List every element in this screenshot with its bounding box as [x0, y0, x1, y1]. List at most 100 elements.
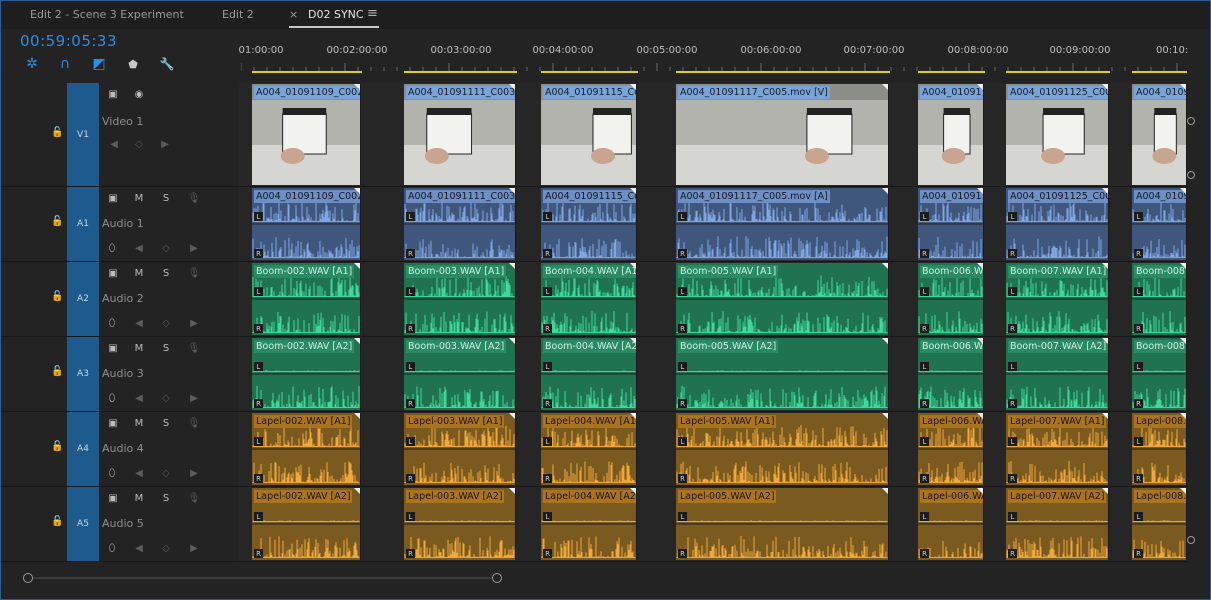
track-header-a4[interactable]: A4 🔓 Audio 4 ▣ M S 🎙 ⬯ ◀ ◇ ▶ [1, 412, 239, 487]
vertical-scroll-handle-bottom[interactable] [1187, 171, 1195, 179]
audio-clip[interactable]: L R Boom-008. [1132, 338, 1187, 410]
audio-clip[interactable]: L R Lapel-002.WAV [A2] [252, 488, 361, 560]
solo-button[interactable]: S [159, 493, 173, 504]
add-keyframe-icon[interactable]: ◇ [132, 139, 146, 150]
mute-button[interactable]: M [132, 193, 146, 204]
horizontal-zoom-scrollbar[interactable] [23, 573, 1187, 583]
sync-lock-icon[interactable]: ▣ [106, 493, 120, 504]
mute-button[interactable]: M [132, 343, 146, 354]
track-lock-icon[interactable]: 🔓 [51, 366, 63, 377]
zoom-handle-left[interactable] [23, 573, 33, 583]
work-area-bar[interactable] [404, 71, 517, 73]
next-keyframe-icon[interactable]: ▶ [187, 468, 201, 479]
audio-clip[interactable]: L R Lapel-008. [1132, 488, 1187, 560]
track-lock-icon[interactable]: 🔓 [51, 291, 63, 302]
voice-over-record-icon[interactable]: 🎙 [187, 268, 201, 279]
sync-lock-icon[interactable]: ▣ [106, 193, 120, 204]
audio-clip[interactable]: L R Lapel-007.WAV [A1] [1006, 413, 1109, 485]
track-header-a5[interactable]: A5 🔓 Audio 5 ▣ M S 🎙 ⬯ ◀ ◇ ▶ [1, 487, 239, 562]
tab-edit2-scene3[interactable]: Edit 2 - Scene 3 Experiment [30, 8, 184, 21]
sync-lock-icon[interactable]: ▣ [106, 89, 120, 100]
horizontal-scroll-track[interactable] [27, 577, 497, 579]
audio-clip[interactable]: L R Lapel-003.WAV [A1] [404, 413, 516, 485]
audio-clip[interactable]: L R Boom-002.WAV [A1] [252, 263, 361, 335]
close-icon[interactable]: × [289, 8, 298, 21]
video-clip[interactable]: A004_01091125_C007. [1006, 84, 1109, 185]
timeline-settings-wrench-icon[interactable]: 🔧 [158, 55, 176, 73]
playhead-timecode[interactable]: 00:59:05:33 [20, 32, 117, 50]
prev-keyframe-icon[interactable]: ◀ [132, 543, 146, 554]
toggle-track-output-eye-icon[interactable]: ◉ [132, 89, 146, 100]
add-marker-icon[interactable]: ⬟ [124, 55, 142, 73]
track-area-a1[interactable]: L R A004_01091109_C002.m L R A004_01091111_C0… [239, 187, 1187, 262]
vertical-scrollbar[interactable] [1187, 77, 1195, 565]
add-keyframe-icon[interactable]: ◇ [159, 318, 173, 329]
prev-keyframe-icon[interactable]: ◀ [132, 393, 146, 404]
add-keyframe-icon[interactable]: ◇ [159, 393, 173, 404]
solo-button[interactable]: S [159, 343, 173, 354]
video-clip[interactable]: A004_01091111_C003.mo [404, 84, 516, 185]
audio-clip[interactable]: L R Boom-007.WAV [A2] [1006, 338, 1109, 410]
audio-clip[interactable]: L R Lapel-004.WAV [A1] [541, 413, 637, 485]
video-clip[interactable]: A004_01091117_C005.mov [V] [676, 84, 889, 185]
work-area-bar[interactable] [1006, 71, 1110, 73]
audio-clip[interactable]: L R Lapel-005.WAV [A2] [676, 488, 889, 560]
audio-clip[interactable]: L R Boom-004.WAV [A2] [541, 338, 637, 410]
snap-magnet-icon[interactable]: ∩ [56, 55, 74, 73]
audio-clip[interactable]: L R Boom-008. [1132, 263, 1187, 335]
mute-button[interactable]: M [132, 493, 146, 504]
audio-clip[interactable]: L R Lapel-003.WAV [A2] [404, 488, 516, 560]
voice-over-record-icon[interactable]: 🎙 [187, 193, 201, 204]
track-lock-icon[interactable]: 🔓 [51, 216, 63, 227]
voice-over-record-icon[interactable]: 🎙 [187, 493, 201, 504]
audio-clip[interactable]: L R A004_010911 [918, 188, 984, 260]
sync-lock-icon[interactable]: ▣ [106, 268, 120, 279]
work-area-bar[interactable] [676, 71, 890, 73]
next-keyframe-icon[interactable]: ▶ [187, 543, 201, 554]
track-lock-icon[interactable]: 🔓 [51, 516, 63, 527]
track-target-a1[interactable]: A1 [67, 187, 99, 261]
track-area-a5[interactable]: L R Lapel-002.WAV [A2] L R Lapel-003.WAV [A2]… [239, 487, 1187, 562]
ruler-ticks[interactable] [241, 61, 1187, 79]
audio-clip[interactable]: L R Lapel-007.WAV [A2] [1006, 488, 1109, 560]
volume-keyframe-icon[interactable]: ⬯ [105, 468, 119, 479]
audio-clip[interactable]: L R Boom-006.WA [918, 338, 984, 410]
mute-button[interactable]: M [132, 268, 146, 279]
audio-clip[interactable]: L R A004_01091115_C00 [541, 188, 637, 260]
work-area-bar[interactable] [1132, 71, 1187, 73]
track-area-v1[interactable]: A004_01091109_C002.m A004_01091111_C003.m… [239, 83, 1187, 187]
audio-clip[interactable]: L R Boom-007.WAV [A1] [1006, 263, 1109, 335]
volume-keyframe-icon[interactable]: ⬯ [105, 543, 119, 554]
prev-keyframe-icon[interactable]: ◀ [132, 468, 146, 479]
vertical-scroll-handle-end[interactable] [1187, 536, 1195, 544]
volume-keyframe-icon[interactable]: ⬯ [105, 318, 119, 329]
audio-clip[interactable]: L R Boom-003.WAV [A2] [404, 338, 516, 410]
volume-keyframe-icon[interactable]: ⬯ [105, 243, 119, 254]
vertical-scroll-handle-top[interactable] [1187, 117, 1195, 125]
tab-edit2[interactable]: Edit 2 [222, 8, 254, 21]
audio-clip[interactable]: L R Lapel-002.WAV [A1] [252, 413, 361, 485]
tab-d02-sync[interactable]: D02 SYNC [308, 8, 364, 21]
solo-button[interactable]: S [159, 193, 173, 204]
prev-keyframe-icon[interactable]: ◀ [107, 139, 121, 150]
work-area-bar[interactable] [918, 71, 985, 73]
audio-clip[interactable]: L R Boom-002.WAV [A2] [252, 338, 361, 410]
track-target-v1[interactable]: V1 [67, 83, 99, 186]
audio-clip[interactable]: L R A004_0109 [1132, 188, 1187, 260]
sync-lock-icon[interactable]: ▣ [106, 343, 120, 354]
audio-clip[interactable]: L R Boom-005.WAV [A1] [676, 263, 889, 335]
track-target-a4[interactable]: A4 [67, 412, 99, 486]
solo-button[interactable]: S [159, 418, 173, 429]
prev-keyframe-icon[interactable]: ◀ [132, 318, 146, 329]
track-header-a1[interactable]: A1 🔓 Audio 1 ▣ M S 🎙 ⬯ ◀ ◇ ▶ [1, 187, 239, 262]
audio-clip[interactable]: L R Boom-004.WAV [A1] [541, 263, 637, 335]
track-target-a2[interactable]: A2 [67, 262, 99, 336]
snap-in-sequence-icon[interactable]: ✲ [23, 55, 41, 73]
next-keyframe-icon[interactable]: ▶ [187, 318, 201, 329]
track-header-a2[interactable]: A2 🔓 Audio 2 ▣ M S 🎙 ⬯ ◀ ◇ ▶ [1, 262, 239, 337]
audio-clip[interactable]: L R Lapel-005.WAV [A1] [676, 413, 889, 485]
audio-clip[interactable]: L R A004_01091117_C005.mov [A] [676, 188, 889, 260]
track-header-a3[interactable]: A3 🔓 Audio 3 ▣ M S 🎙 ⬯ ◀ ◇ ▶ [1, 337, 239, 412]
audio-clip[interactable]: L R A004_01091125_C007. [1006, 188, 1109, 260]
video-clip[interactable]: A004_0109 [1132, 84, 1187, 185]
